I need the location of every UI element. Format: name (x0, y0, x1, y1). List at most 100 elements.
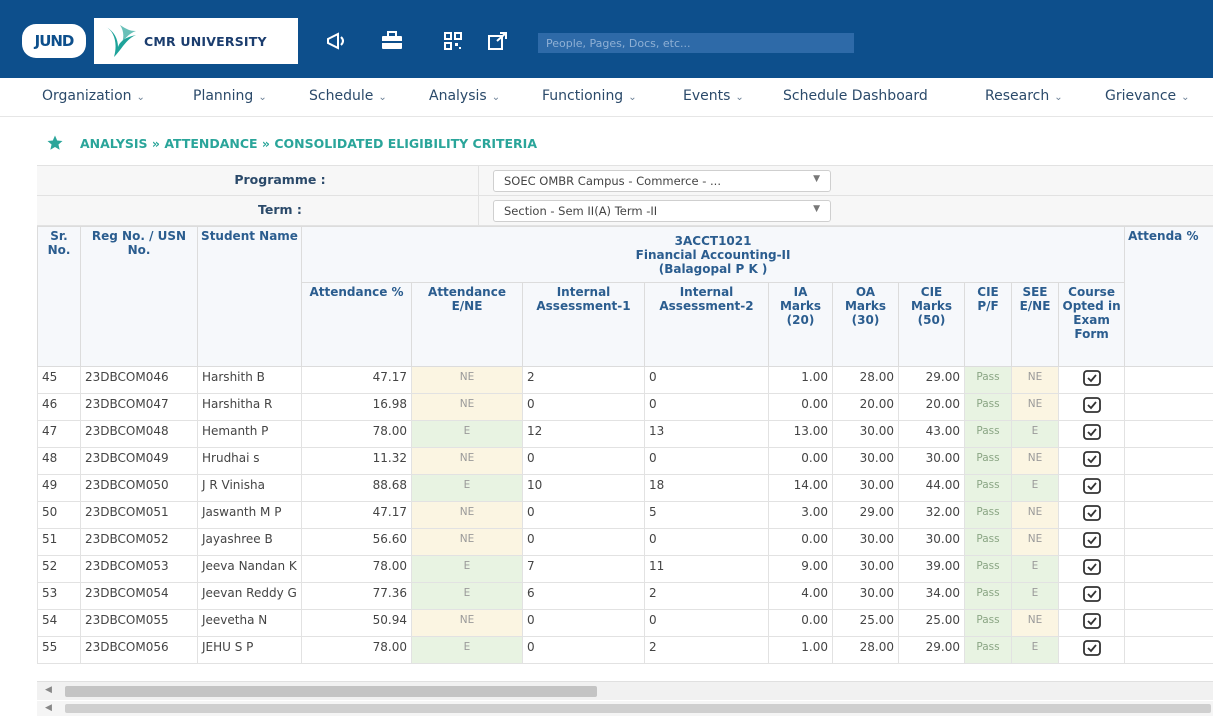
scroll-left-arrow-icon[interactable]: ◀ (45, 685, 52, 695)
table-row[interactable]: 50 23DBCOM051 Jaswanth M P 47.17 NE 0 5 3.00 29.… (37, 501, 1213, 529)
menu-events[interactable]: Events ⌄ (683, 88, 744, 104)
menu-functioning[interactable]: Functioning ⌄ (542, 88, 637, 104)
page-horizontal-scrollbar[interactable]: ◀ (37, 701, 1213, 716)
col-course-opted[interactable]: Course Opted in Exam Form (1057, 282, 1126, 367)
briefcase-icon[interactable] (380, 31, 404, 51)
cell-sr-no: 50 (37, 501, 81, 529)
menu-schedule[interactable]: Schedule ⌄ (309, 88, 387, 104)
qr-code-icon[interactable] (441, 31, 465, 51)
star-icon[interactable] (46, 134, 64, 152)
menu-label: Planning (193, 88, 254, 104)
cell-course-opted (1057, 366, 1126, 394)
checkbox-checked-icon[interactable] (1082, 451, 1102, 471)
cell-cie-pf: Pass (964, 528, 1012, 556)
cell-attendance-pct: 78.00 (301, 420, 412, 448)
cell-cie-marks: 43.00 (898, 420, 965, 448)
cell-cie-pf: Pass (964, 393, 1012, 421)
cell-oa-marks: 29.00 (832, 501, 899, 529)
col-attendance-ene[interactable]: Attendance E/NE (411, 282, 523, 367)
menu-research[interactable]: Research ⌄ (985, 88, 1063, 104)
col-next-attendance[interactable]: Attenda % (1124, 226, 1213, 367)
menu-schedule-dashboard[interactable]: Schedule Dashboard (783, 88, 928, 104)
programme-select[interactable]: SOEC OMBR Campus - Commerce - ... ▼ (493, 170, 831, 192)
checkbox-checked-icon[interactable] (1082, 532, 1102, 552)
menu-grievance[interactable]: Grievance ⌄ (1105, 88, 1190, 104)
checkbox-checked-icon[interactable] (1082, 478, 1102, 498)
table-row[interactable]: 47 23DBCOM048 Hemanth P 78.00 E 12 13 13.00 30.0… (37, 420, 1213, 448)
cell-ia-marks: 9.00 (768, 555, 833, 583)
cell-oa-marks: 28.00 (832, 636, 899, 664)
col-reg-no[interactable]: Reg No. / USN No. (80, 226, 198, 367)
cell-attendance-ene: NE (411, 393, 523, 421)
col-internal-assessment-2[interactable]: Internal Assessment-2 (644, 282, 769, 367)
cell-cie-marks: 32.00 (898, 501, 965, 529)
checkbox-checked-icon[interactable] (1082, 424, 1102, 444)
table-row[interactable]: 49 23DBCOM050 J R Vinisha 88.68 E 10 18 14.00 30… (37, 474, 1213, 502)
checkbox-checked-icon[interactable] (1082, 559, 1102, 579)
external-link-icon[interactable] (486, 31, 510, 51)
table-row[interactable]: 55 23DBCOM056 JEHU S P 78.00 E 0 2 1.00 28.00 29.… (37, 636, 1213, 664)
cell-cie-pf: Pass (964, 582, 1012, 610)
cell-student-name: Hemanth P (197, 420, 302, 448)
checkbox-checked-icon[interactable] (1082, 370, 1102, 390)
cell-ia2: 2 (644, 636, 769, 664)
checkbox-checked-icon[interactable] (1082, 505, 1102, 525)
cmr-university-logo[interactable]: CMR UNIVERSITY (94, 18, 298, 64)
table-row[interactable]: 46 23DBCOM047 Harshitha R 16.98 NE 0 0 0.00 20.0… (37, 393, 1213, 421)
scrollbar-thumb[interactable] (65, 686, 597, 697)
cell-student-name: Jayashree B (197, 528, 302, 556)
cell-next-attendance: 5 (1124, 528, 1213, 556)
col-cie-pf[interactable]: CIE P/F (964, 282, 1012, 367)
cell-next-attendance: 7 (1124, 474, 1213, 502)
checkbox-checked-icon[interactable] (1082, 586, 1102, 606)
checkbox-checked-icon[interactable] (1082, 397, 1102, 417)
megaphone-icon[interactable] (325, 31, 349, 51)
col-cie-marks[interactable]: CIE Marks (50) (898, 282, 965, 367)
col-student-name[interactable]: Student Name (197, 226, 302, 367)
cell-reg-no: 23DBCOM052 (80, 528, 198, 556)
cell-see-ene: NE (1011, 501, 1059, 529)
col-sr-no[interactable]: Sr. No. (37, 226, 81, 367)
cell-oa-marks: 30.00 (832, 582, 899, 610)
table-row[interactable]: 51 23DBCOM052 Jayashree B 56.60 NE 0 0 0.00 30.0… (37, 528, 1213, 556)
scroll-left-arrow-icon[interactable]: ◀ (45, 703, 52, 713)
col-attendance-pct[interactable]: Attendance % (301, 282, 412, 367)
cell-course-opted (1057, 393, 1126, 421)
table-row[interactable]: 48 23DBCOM049 Hrudhai s 11.32 NE 0 0 0.00 30.00 3… (37, 447, 1213, 475)
cell-course-opted (1057, 501, 1126, 529)
horizontal-scrollbar[interactable]: ◀ (37, 681, 1213, 700)
cell-student-name: Jeevetha N (197, 609, 302, 637)
chevron-down-icon: ⌄ (258, 92, 267, 103)
cell-cie-marks: 30.00 (898, 528, 965, 556)
global-search-input[interactable] (538, 33, 854, 53)
menu-organization[interactable]: Organization ⌄ (42, 88, 145, 104)
eligibility-table-container[interactable]: Sr. No. Reg No. / USN No. Student Name 3… (37, 226, 1213, 678)
cell-course-opted (1057, 609, 1126, 637)
menu-analysis[interactable]: Analysis ⌄ (429, 88, 500, 104)
cell-next-attendance: 7 (1124, 555, 1213, 583)
col-oa-marks[interactable]: OA Marks (30) (832, 282, 899, 367)
cell-reg-no: 23DBCOM055 (80, 609, 198, 637)
cell-oa-marks: 30.00 (832, 447, 899, 475)
table-row[interactable]: 54 23DBCOM055 Jeevetha N 50.94 NE 0 0 0.00 25.00… (37, 609, 1213, 637)
table-row[interactable]: 53 23DBCOM054 Jeevan Reddy G 77.36 E 6 2 4.00 30… (37, 582, 1213, 610)
table-row[interactable]: 52 23DBCOM053 Jeeva Nandan K 78.00 E 7 11 9.00 3… (37, 555, 1213, 583)
table-row[interactable]: 45 23DBCOM046 Harshith B 47.17 NE 2 0 1.00 28.00… (37, 366, 1213, 394)
cell-see-ene: E (1011, 555, 1059, 583)
cell-student-name: Harshitha R (197, 393, 302, 421)
cell-attendance-ene: E (411, 420, 523, 448)
cell-course-opted (1057, 636, 1126, 664)
scrollbar-thumb[interactable] (65, 704, 1211, 713)
term-select[interactable]: Section - Sem II(A) Term -II ▼ (493, 200, 831, 222)
cell-sr-no: 49 (37, 474, 81, 502)
cell-ia1: 0 (522, 447, 645, 475)
checkbox-checked-icon[interactable] (1082, 613, 1102, 633)
checkbox-checked-icon[interactable] (1082, 640, 1102, 660)
cell-ia-marks: 3.00 (768, 501, 833, 529)
col-see-ene[interactable]: SEE E/NE (1011, 282, 1059, 367)
col-internal-assessment-1[interactable]: Internal Assessment-1 (522, 282, 645, 367)
menu-planning[interactable]: Planning ⌄ (193, 88, 267, 104)
jund-logo[interactable]: JUND (22, 24, 86, 58)
col-ia-marks[interactable]: IA Marks (20) (768, 282, 833, 367)
cell-ia-marks: 1.00 (768, 366, 833, 394)
